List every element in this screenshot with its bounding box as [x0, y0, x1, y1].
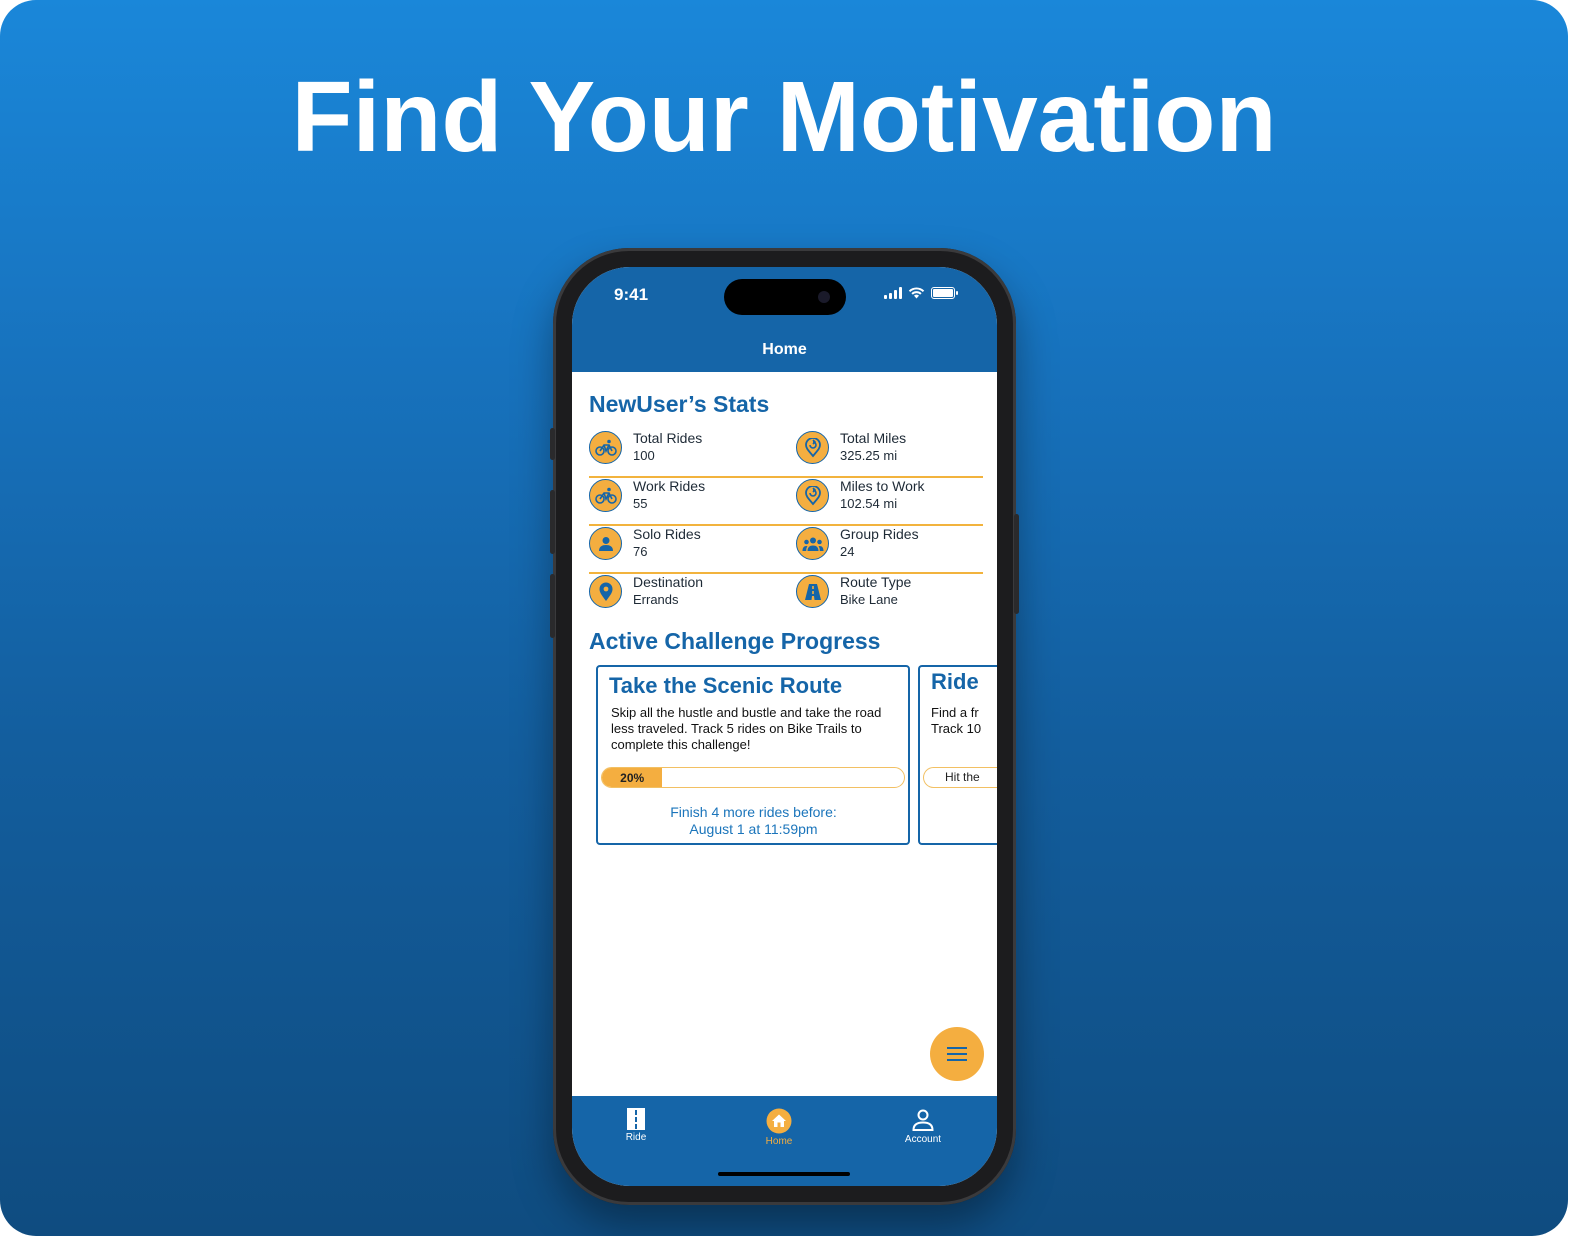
battery-icon: [931, 287, 958, 299]
status-time: 9:41: [614, 285, 649, 304]
stat-value: 102.54 mi: [840, 496, 898, 511]
stat-group-rides: Group Rides 24: [796, 526, 919, 560]
stat-value: 76: [633, 544, 648, 559]
map-pin-icon: [589, 575, 622, 608]
stats-title: NewUser’s Stats: [589, 391, 770, 417]
stat-work-rides: Work Rides 55: [589, 478, 705, 512]
account-icon: [912, 1109, 934, 1131]
challenge-description: Find a fr Track 10: [931, 705, 991, 737]
stat-total-rides: Total Rides 100: [589, 430, 702, 464]
action-button: [550, 428, 555, 460]
road-icon: [627, 1108, 645, 1130]
menu-icon: [947, 1047, 967, 1061]
stat-value: 325.25 mi: [840, 448, 898, 463]
deadline-line1: Finish 4 more rides before:: [670, 804, 837, 820]
stat-label: Total Rides: [633, 430, 703, 446]
tab-ride[interactable]: Ride: [596, 1108, 676, 1143]
bike-icon: [589, 479, 622, 512]
dynamic-island: [724, 279, 846, 315]
signal-icon: [884, 287, 902, 299]
stat-row: Total Rides 100 Total Miles 325.25 mi: [589, 430, 983, 478]
tab-account[interactable]: Account: [883, 1108, 963, 1145]
stat-total-miles: Total Miles 325.25 mi: [796, 430, 906, 464]
stat-row: Solo Rides 76 Group Rides 24: [589, 526, 983, 574]
challenge-description-line: Track 10: [931, 721, 982, 736]
deadline-line2: August 1 at 11:59pm: [689, 821, 818, 837]
headline: Find Your Motivation: [291, 61, 1277, 173]
home-indicator[interactable]: [718, 1172, 850, 1176]
stat-label: Work Rides: [633, 478, 706, 494]
stat-route-type: Route Type Bike Lane: [796, 574, 911, 608]
tab-label: Account: [904, 1134, 942, 1145]
progress-label: Hit the: [945, 770, 980, 784]
location-refresh-icon: [796, 479, 829, 512]
tab-label: Ride: [625, 1132, 647, 1143]
background-canvas: Find Your Motivation 9:41 Home NewUser’s…: [0, 0, 1568, 1236]
stat-value: 24: [840, 544, 855, 559]
challenge-description: Skip all the hustle and bustle and take …: [611, 705, 882, 752]
volume-down-button: [550, 574, 555, 638]
menu-fab-button[interactable]: [930, 1027, 984, 1081]
challenge-title: Take the Scenic Route: [609, 673, 843, 698]
progress-fill: 20%: [602, 768, 663, 787]
stat-value: Bike Lane: [840, 592, 898, 607]
challenge-card-partial[interactable]: Ride Find a fr Track 10 Hit the: [918, 665, 997, 845]
location-refresh-icon: [796, 431, 829, 464]
tab-home[interactable]: Home: [739, 1108, 819, 1147]
home-icon: [766, 1108, 792, 1134]
challenge-title: Ride: [931, 669, 979, 694]
stat-label: Miles to Work: [840, 478, 925, 494]
wifi-icon: [908, 287, 925, 299]
challenge-progress-bar: Hit the: [923, 767, 997, 788]
challenge-card[interactable]: Take the Scenic Route Skip all the hustl…: [596, 665, 910, 845]
power-button: [1014, 514, 1019, 614]
group-icon: [796, 527, 829, 560]
challenge-deadline: Finish 4 more rides before: August 1 at …: [598, 804, 909, 838]
stat-label: Group Rides: [840, 526, 919, 542]
stat-miles-to-work: Miles to Work 102.54 mi: [796, 478, 925, 512]
phone-screen: 9:41 Home NewUser’s Stats Total Rides 10…: [572, 267, 997, 1186]
person-icon: [589, 527, 622, 560]
phone-frame: 9:41 Home NewUser’s Stats Total Rides 10…: [550, 248, 1019, 1205]
app-header: 9:41 Home: [572, 267, 997, 372]
stat-value: Errands: [633, 592, 679, 607]
stat-value: 100: [633, 448, 655, 463]
stat-label: Route Type: [840, 574, 912, 590]
tab-label: Home: [765, 1136, 793, 1147]
nav-title: Home: [762, 341, 807, 358]
stat-row: Work Rides 55 Miles to Work 102.54 mi: [589, 478, 983, 526]
stat-value: 55: [633, 496, 648, 511]
stat-label: Solo Rides: [633, 526, 701, 542]
challenges-title: Active Challenge Progress: [589, 628, 881, 654]
road-icon: [796, 575, 829, 608]
stat-label: Total Miles: [840, 430, 907, 446]
volume-up-button: [550, 490, 555, 554]
stat-row: Destination Errands Route Type Bike Lane: [589, 574, 983, 622]
bottom-tab-bar: Ride Home Account: [572, 1096, 997, 1186]
stat-label: Destination: [633, 574, 704, 590]
challenge-progress-bar: 20%: [601, 767, 905, 788]
bike-icon: [589, 431, 622, 464]
stat-destination: Destination Errands: [589, 574, 703, 608]
status-icons: [884, 287, 958, 299]
stat-solo-rides: Solo Rides 76: [589, 526, 701, 560]
challenge-description-line: Find a fr: [931, 705, 979, 720]
